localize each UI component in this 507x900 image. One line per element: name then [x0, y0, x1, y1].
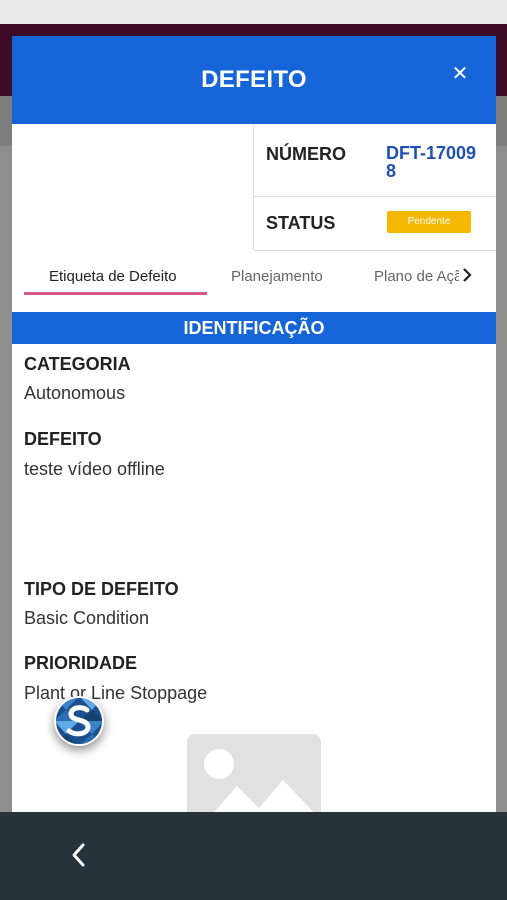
status-label: STATUS: [266, 213, 336, 233]
info-blank-cell: [12, 124, 254, 250]
image-placeholder-icon: [187, 734, 321, 816]
info-grid: NÚMERO DFT-170098 STATUS Pendente: [12, 124, 496, 251]
chevron-right-icon[interactable]: [461, 266, 473, 289]
section-title: IDENTIFICAÇÃO: [12, 312, 496, 344]
numero-value: DFT-170098: [386, 143, 477, 181]
tab-etiqueta-de-defeito[interactable]: Etiqueta de Defeito: [49, 268, 177, 285]
tipo-de-defeito-label: TIPO DE DEFEITO: [24, 579, 179, 599]
defeito-value: teste vídeo offline: [24, 459, 165, 479]
categoria-value: Autonomous: [24, 383, 126, 403]
system-navigation-bar: [0, 812, 507, 900]
modal-header: DEFEITO ✕: [12, 36, 496, 124]
tipo-de-defeito-value: Basic Condition: [24, 608, 150, 628]
status-bar: [0, 0, 507, 24]
modal-title: DEFEITO: [201, 66, 307, 93]
prioridade-label: PRIORIDADE: [24, 653, 138, 673]
numero-label: NÚMERO: [266, 144, 346, 164]
back-arrow-icon[interactable]: [64, 840, 94, 870]
categoria-label: CATEGORIA: [24, 354, 131, 374]
app-logo-icon[interactable]: [54, 696, 104, 746]
active-tab-indicator: [24, 292, 207, 295]
tab-planejamento[interactable]: Planejamento: [231, 268, 323, 285]
tab-plano-de-acao[interactable]: Plano de Ação: [374, 268, 459, 285]
tab-bar: Etiqueta de Defeito Planejamento Plano d…: [12, 250, 496, 312]
prioridade-value: Plant or Line Stoppage: [24, 683, 208, 703]
close-icon[interactable]: ✕: [448, 62, 472, 86]
defeito-label: DEFEITO: [24, 429, 102, 449]
status-row: STATUS Pendente: [254, 197, 496, 251]
status-badge: Pendente: [387, 211, 471, 233]
numero-row: NÚMERO DFT-170098: [254, 124, 496, 197]
tab-plano-de-acao-wrapper: Plano de Ação: [374, 268, 459, 286]
